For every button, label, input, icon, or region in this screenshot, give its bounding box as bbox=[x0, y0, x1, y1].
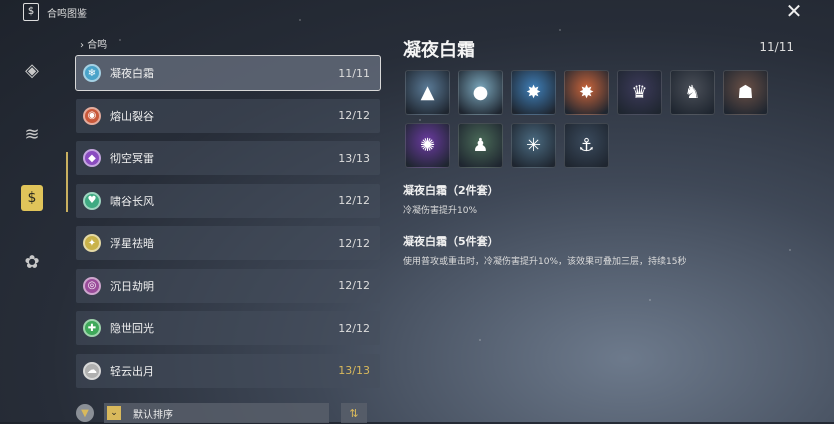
set-bonus-2-desc: 冷凝伤害提升10% bbox=[403, 206, 478, 216]
sonata-icon: $ bbox=[21, 185, 43, 211]
echo-card[interactable]: ✸ bbox=[511, 70, 556, 115]
rail-item-3[interactable]: ✿ bbox=[12, 240, 52, 284]
set-label: 隐世回光 bbox=[110, 322, 154, 335]
chevron-right-icon: › bbox=[80, 40, 84, 51]
section-header[interactable]: › 合鸣 bbox=[80, 36, 107, 51]
set-row[interactable]: ◉ 熔山裂谷 12/12 bbox=[76, 98, 380, 133]
sort-bar: ▼ ⌄ 默认排序 ⇅ bbox=[76, 402, 367, 424]
set-element-icon: ✚ bbox=[83, 319, 101, 337]
chevron-down-icon: ⌄ bbox=[107, 406, 121, 420]
top-bar: $ 合鸣图鉴 ✕ bbox=[0, 0, 834, 24]
set-row[interactable]: ◎ 沉日劫明 12/12 bbox=[76, 268, 380, 303]
detail-title: 凝夜白霜 bbox=[403, 40, 475, 61]
set-label: 轻云出月 bbox=[110, 364, 154, 378]
set-element-icon: ❄ bbox=[83, 64, 101, 82]
echo-card[interactable]: ♞ bbox=[670, 70, 715, 115]
set-row[interactable]: ♥ 啸谷长风 12/12 bbox=[76, 183, 380, 218]
echo-card[interactable]: ✸ bbox=[564, 70, 609, 115]
set-count: 11/11 bbox=[338, 66, 370, 80]
set-row[interactable]: ✚ 隐世回光 12/12 bbox=[76, 311, 380, 345]
set-bonus-2-title: 凝夜白霜（2件套） bbox=[403, 184, 499, 197]
layers-icon: ≋ bbox=[24, 123, 40, 145]
sort-icon[interactable]: ⇅ bbox=[341, 403, 367, 423]
set-element-icon: ◆ bbox=[83, 149, 101, 167]
side-rail: ◈ ≋ $ ✿ bbox=[12, 48, 52, 304]
rail-item-0[interactable]: ◈ bbox=[12, 48, 52, 92]
set-element-icon: ◉ bbox=[83, 106, 101, 125]
echo-card[interactable]: ♛ bbox=[617, 70, 662, 115]
set-count: 12/12 bbox=[338, 236, 370, 250]
sonata-icon: $ bbox=[23, 3, 39, 21]
set-count: 12/12 bbox=[338, 279, 370, 292]
set-bonus-5-title: 凝夜白霜（5件套） bbox=[403, 235, 499, 248]
echo-card[interactable]: ☗ bbox=[723, 70, 768, 115]
window-title: 合鸣图鉴 bbox=[47, 8, 87, 20]
set-bonus-5-desc: 使用普攻或重击时，冷凝伤害提升10%，该效果可叠加三层，持续15秒 bbox=[403, 257, 687, 267]
echo-card[interactable]: ♟ bbox=[458, 123, 503, 168]
filter-icon[interactable]: ▼ bbox=[76, 404, 94, 422]
echo-card[interactable]: ✺ bbox=[405, 123, 450, 168]
set-row[interactable]: ◆ 彻空冥雷 13/13 bbox=[76, 141, 380, 175]
cluster-icon: ✿ bbox=[24, 251, 40, 273]
sort-label: 默认排序 bbox=[133, 409, 173, 421]
set-label: 彻空冥雷 bbox=[110, 152, 154, 165]
rail-item-1[interactable]: ≋ bbox=[12, 112, 52, 156]
set-element-icon: ☁ bbox=[83, 361, 101, 380]
echo-card[interactable]: ● bbox=[458, 70, 503, 115]
set-count: 13/13 bbox=[338, 364, 370, 377]
set-row[interactable]: ✦ 浮星祛暗 12/12 bbox=[76, 226, 380, 260]
echo-card[interactable]: ✳ bbox=[511, 123, 556, 168]
set-element-icon: ♥ bbox=[83, 191, 101, 210]
set-row[interactable]: ❄ 凝夜白霜 11/11 bbox=[75, 55, 381, 91]
echo-card[interactable]: ▲ bbox=[405, 70, 450, 115]
echo-card[interactable]: ⚓ bbox=[564, 123, 609, 168]
echo-grid: ▲ ● ✸ ✸ ♛ ♞ ☗ ✺ ♟ ✳ ⚓ bbox=[405, 70, 785, 176]
detail-count: 11/11 bbox=[759, 40, 794, 54]
set-row[interactable]: ☁ 轻云出月 13/13 bbox=[76, 353, 380, 388]
sonata-set-list: ❄ 凝夜白霜 11/11 ◉ 熔山裂谷 12/12 ◆ 彻空冥雷 13/13 ♥ 啸谷长风 12/12… bbox=[75, 55, 381, 396]
set-element-icon: ◎ bbox=[83, 276, 101, 295]
set-count: 12/12 bbox=[338, 109, 370, 122]
set-count: 13/13 bbox=[338, 151, 370, 165]
section-label: 合鸣 bbox=[87, 40, 108, 51]
sort-dropdown[interactable]: ⌄ 默认排序 bbox=[104, 403, 329, 423]
set-count: 12/12 bbox=[338, 321, 370, 335]
set-label: 凝夜白霜 bbox=[110, 67, 154, 80]
set-label: 熔山裂谷 bbox=[110, 109, 154, 123]
rail-item-2[interactable]: $ bbox=[12, 176, 52, 220]
diamond-icon: ◈ bbox=[25, 59, 39, 81]
set-count: 12/12 bbox=[338, 194, 370, 207]
set-label: 沉日劫明 bbox=[110, 279, 154, 293]
set-label: 浮星祛暗 bbox=[110, 237, 154, 250]
close-icon[interactable]: ✕ bbox=[784, 1, 804, 21]
rail-active-indicator bbox=[66, 152, 68, 212]
set-element-icon: ✦ bbox=[83, 234, 101, 252]
set-label: 啸谷长风 bbox=[110, 194, 154, 208]
